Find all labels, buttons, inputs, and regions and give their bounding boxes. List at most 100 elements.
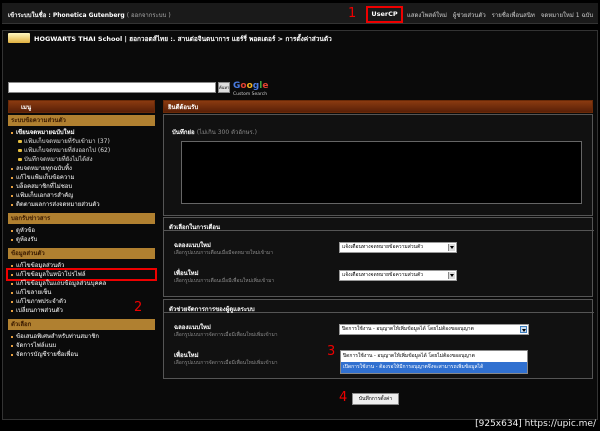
- note-label: บันทึกย่อ (ไม่เกิน 300 ตัวอักษร.): [172, 129, 258, 136]
- sidebar-item[interactable]: แฟ้มเก็บจดหมายที่รับเข้ามา (37): [8, 137, 155, 146]
- top-links: แสดงโพสต์ใหม่ ผู้ช่วยส่วนตัว รายชื่อเพื่…: [407, 10, 597, 20]
- username-link[interactable]: Phonetica Gutenberg: [53, 12, 125, 19]
- assistant-link[interactable]: ผู้ช่วยส่วนตัว: [453, 12, 486, 19]
- bullet-icon: [11, 186, 13, 188]
- sidebar-item[interactable]: ข้อเสนอพิเศษสำหรับท่านสมาชิก: [8, 332, 155, 341]
- step-4-marker: 4: [339, 390, 348, 405]
- bullet-icon: [11, 177, 13, 179]
- sidebar-item-label: จัดการไฟล์แนบ: [16, 342, 57, 349]
- usercp-link[interactable]: UserCP: [366, 6, 403, 23]
- welcome-text: เข้าระบบในชื่อ : Phonetica Gutenberg ( อ…: [8, 10, 171, 20]
- notify-panel: ตัวเลือกในการเตือน ฉลองแนบใหม่ เลือกรูปแ…: [163, 217, 594, 297]
- sidebar-item[interactable]: เปลี่ยนภาพส่วนตัว: [8, 306, 155, 315]
- site-header: HOGWARTS THAI School | ฮอกวอตส์ไทย :. สา…: [8, 32, 428, 46]
- search-input[interactable]: [8, 82, 216, 93]
- bullet-icon: [11, 292, 13, 294]
- envelope-icon: [18, 158, 22, 161]
- sidebar-item-label: บันทึกจดหมายที่ยังไม่ได้ส่ง: [24, 156, 93, 163]
- sidebar-item-label: แก้ไขข้อมูลในแถบข้อมูลส่วนบุคคล: [16, 280, 107, 287]
- notify-pm-desc: เลือกรูปแบบการเตือนเมื่อมีจดหมายใหม่เข้า…: [174, 250, 274, 256]
- sidebar-item-label: ข้อเสนอพิเศษสำหรับท่านสมาชิก: [16, 333, 100, 340]
- sidebar-section-title: บอกรับข่าวสาร: [8, 213, 155, 224]
- sidebar-item[interactable]: แก้ไขแฟ้มเก็บข้อความ: [8, 173, 155, 182]
- sidebar-item-label: แก้ไขข้อมูลส่วนตัว: [16, 262, 65, 269]
- bullet-icon: [11, 168, 13, 170]
- notify-title: ตัวเลือกในการเตือน: [164, 218, 594, 231]
- sidebar-item[interactable]: ดูหัวข้อ: [8, 226, 155, 235]
- sidebar-item-label: แฟ้มเก็บจดหมายที่ส่งออกไป (62): [24, 147, 111, 154]
- sidebar-item-label: ดูห้องรับ: [16, 236, 38, 243]
- sidebar-item[interactable]: แก้ไขข้อมูลในแถบข้อมูลส่วนบุคคล: [8, 279, 155, 288]
- note-textarea[interactable]: [181, 141, 582, 204]
- sidebar-item[interactable]: บล็อคสมาชิกที่ไม่ชอบ: [8, 182, 155, 191]
- bullet-icon: [11, 301, 13, 303]
- bullet-icon: [11, 195, 13, 197]
- main-header: ยินดีต้อนรับ: [163, 100, 593, 113]
- top-bar: เข้าระบบในชื่อ : Phonetica Gutenberg ( อ…: [2, 3, 598, 24]
- envelope-icon: [18, 140, 22, 143]
- permission-1-select[interactable]: ปิดการใช้งาน - อนุญาตให้เพิ่มข้อมูลได้ โ…: [339, 324, 529, 335]
- bullet-icon: [11, 345, 13, 347]
- sidebar-item[interactable]: แก้ไขข้อมูลในหน้าโปรไฟล์: [6, 268, 157, 281]
- dropdown-option-disable[interactable]: ปิดการใช้งาน - อนุญาตให้เพิ่มข้อมูลได้ โ…: [341, 351, 527, 362]
- sidebar-item-label: แก้ไขภาพประจำตัว: [16, 298, 67, 305]
- sidebar-item[interactable]: จัดการไฟล์แนบ: [8, 341, 155, 350]
- sidebar-item-label: แฟ้มเก็บจดหมายที่รับเข้ามา (37): [24, 138, 110, 145]
- bullet-icon: [11, 132, 13, 134]
- bullet-icon: [11, 274, 13, 276]
- sidebar-item-label: ดูหัวข้อ: [16, 227, 35, 234]
- logout-link[interactable]: ( ออกจากระบบ ): [127, 12, 171, 19]
- sidebar-item-label: ติดตามผลการส่งจดหมายส่วนตัว: [16, 201, 100, 208]
- sidebar-item[interactable]: จัดการบัญชีรายชื่อเพื่อน: [8, 350, 155, 359]
- notify-friend-select[interactable]: แจ้งเตือนทางจดหมายข้อความส่วนตัว: [339, 270, 457, 281]
- bullet-icon: [11, 230, 13, 232]
- step-3-marker: 3: [327, 344, 336, 359]
- notify-friend-desc: เลือกรูปแบบการเตือนเมื่อมีเพื่อนใหม่เพิ่…: [174, 278, 275, 284]
- sidebar-item-label: จัดการบัญชีรายชื่อเพื่อน: [16, 351, 79, 358]
- sidebar-item[interactable]: ลบจดหมายทุกฉบับทิ้ง: [8, 164, 155, 173]
- permission-1-desc: เลือกรูปแบบการจัดการเมื่อมีเพื่อนใหม่เพิ…: [174, 332, 278, 338]
- sidebar-section-title: ตัวเลือก: [8, 319, 155, 330]
- save-settings-button[interactable]: บันทึกการตั้งค่า: [352, 393, 399, 405]
- bullet-icon: [11, 204, 13, 206]
- sidebar-item[interactable]: แก้ไขภาพประจำตัว: [8, 297, 155, 306]
- sidebar-item[interactable]: แฟ้มเก็บเอกสารสำคัญ: [8, 191, 155, 200]
- bullet-icon: [11, 283, 13, 285]
- chevron-down-icon: [520, 326, 527, 333]
- welcome-prefix: เข้าระบบในชื่อ :: [8, 12, 51, 19]
- notify-pm-select[interactable]: แจ้งเตือนทางจดหมายข้อความส่วนตัว: [339, 242, 457, 253]
- book-logo-icon: [8, 33, 30, 43]
- step-2-marker: 2: [134, 300, 143, 315]
- sidebar-item[interactable]: แฟ้มเก็บจดหมายที่ส่งออกไป (62): [8, 146, 155, 155]
- sidebar-item[interactable]: บันทึกจดหมายที่ยังไม่ได้ส่ง: [8, 155, 155, 164]
- permission-title: ตัวช่วยจัดการการของผู้ดูแลระบบ: [164, 300, 594, 313]
- dropdown-option-enable[interactable]: เปิดการใช้งาน - ต้องรอให้มีการอนุญาตจึงจ…: [341, 362, 527, 373]
- bullet-icon: [11, 265, 13, 267]
- sidebar-item[interactable]: ติดตามผลการส่งจดหมายส่วนตัว: [8, 200, 155, 209]
- sidebar-item[interactable]: เขียนจดหมายฉบับใหม่: [8, 128, 155, 137]
- sidebar-item-label: แฟ้มเก็บเอกสารสำคัญ: [16, 192, 74, 199]
- sidebar-item[interactable]: แก้ไขลายเซ็น: [8, 288, 155, 297]
- custom-search-label: Custom Search: [233, 92, 268, 97]
- permission-dropdown-list: ปิดการใช้งาน - อนุญาตให้เพิ่มข้อมูลได้ โ…: [340, 350, 528, 374]
- permission-2-desc: เลือกรูปแบบการจัดการเมื่อมีเพื่อนใหม่เพิ…: [174, 360, 278, 366]
- watermark: [925x634] https://upic.me/: [475, 419, 596, 429]
- envelope-icon: [18, 149, 22, 152]
- step-1-marker: 1: [348, 6, 357, 21]
- sidebar-item-label: แก้ไขลายเซ็น: [16, 289, 52, 296]
- new-messages-link[interactable]: จดหมายใหม่ 1 ฉบับ: [541, 12, 593, 19]
- bullet-icon: [11, 239, 13, 241]
- bullet-icon: [11, 336, 13, 338]
- page-frame: เข้าระบบในชื่อ : Phonetica Gutenberg ( อ…: [0, 0, 600, 431]
- buddy-list-link[interactable]: รายชื่อเพื่อนสนิท: [492, 12, 535, 19]
- sidebar-item[interactable]: แก้ไขข้อมูลส่วนตัว: [8, 261, 155, 270]
- bullet-icon: [11, 354, 13, 356]
- breadcrumb: HOGWARTS THAI School | ฮอกวอตส์ไทย :. สา…: [34, 35, 332, 43]
- sidebar-item-label: แก้ไขแฟ้มเก็บข้อความ: [16, 174, 75, 181]
- search-button[interactable]: ค้นหา: [218, 82, 230, 93]
- bullet-icon: [11, 310, 13, 312]
- sidebar-item-label: เปลี่ยนภาพส่วนตัว: [16, 307, 63, 314]
- sidebar-item[interactable]: ดูห้องรับ: [8, 235, 155, 244]
- new-posts-link[interactable]: แสดงโพสต์ใหม่: [407, 12, 447, 19]
- note-panel: บันทึกย่อ (ไม่เกิน 300 ตัวอักษร.): [163, 114, 593, 216]
